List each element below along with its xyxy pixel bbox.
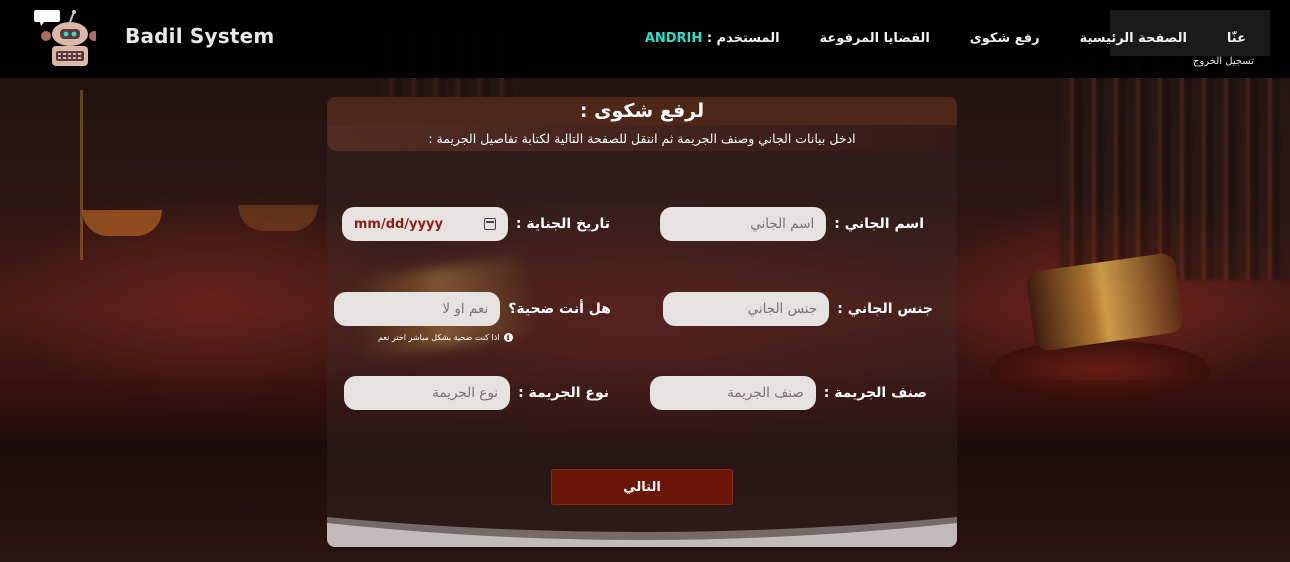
form-subtitle: ادخل بيانات الجاني وصنف الجريمة ثم انتقل… bbox=[428, 130, 856, 146]
criminal-gender-field: جنس الجاني : جنس الجاني bbox=[663, 292, 933, 326]
criminal-name-input[interactable]: اسم الجاني bbox=[660, 207, 827, 241]
is-victim-field: هل أنت ضحية؟ نعم او لا bbox=[334, 292, 611, 326]
nav-link-home[interactable]: الصفحة الرئيسية bbox=[1080, 31, 1187, 46]
calendar-icon[interactable] bbox=[483, 218, 496, 230]
info-icon: i bbox=[503, 333, 513, 342]
navbar: Badil System المستخدم : ANDRIH القضايا ا… bbox=[0, 0, 1290, 78]
victim-hint-text: اذا كنت ضحية بشكل مباشر اختر نعم bbox=[378, 333, 500, 342]
criminal-name-field: اسم الجاني : اسم الجاني bbox=[660, 207, 924, 241]
crime-date-label: تاريخ الجناية : bbox=[515, 216, 610, 232]
crime-type-field: نوع الجريمة : نوع الجريمة bbox=[344, 376, 609, 410]
user-label: المستخدم : bbox=[706, 30, 780, 46]
crime-date-input[interactable]: mm/dd/yyyy bbox=[341, 207, 508, 241]
crime-date-field: تاريخ الجناية : mm/dd/yyyy bbox=[341, 207, 610, 241]
crime-category-field: صنف الجريمة : صنف الجريمة bbox=[649, 376, 927, 410]
nav-link-about[interactable]: عنّا bbox=[1227, 31, 1246, 46]
crime-category-label: صنف الجريمة : bbox=[823, 385, 927, 401]
crime-category-input[interactable]: صنف الجريمة bbox=[649, 376, 816, 410]
logout-link[interactable]: تسجيل الخروج bbox=[1193, 56, 1254, 67]
user-name: ANDRIH bbox=[644, 30, 703, 46]
scale-pan-decoration bbox=[238, 205, 318, 231]
crime-date-placeholder: mm/dd/yyyy bbox=[353, 216, 443, 232]
card-title-bar: لرفع شكوى : bbox=[327, 97, 957, 125]
is-victim-input[interactable]: نعم او لا bbox=[334, 292, 501, 326]
is-victim-label: هل أنت ضحية؟ bbox=[508, 301, 611, 317]
form-title: لرفع شكوى : bbox=[579, 100, 705, 122]
criminal-gender-input[interactable]: جنس الجاني bbox=[663, 292, 830, 326]
brand-name: Badil System bbox=[125, 24, 275, 48]
bookshelf-decoration bbox=[1060, 60, 1290, 280]
criminal-gender-label: جنس الجاني : bbox=[837, 301, 933, 317]
victim-hint: i اذا كنت ضحية بشكل مباشر اختر نعم bbox=[378, 333, 513, 342]
card-wave-decoration bbox=[327, 517, 957, 547]
gavel-decoration bbox=[1025, 251, 1185, 353]
crime-type-input[interactable]: نوع الجريمة bbox=[344, 376, 511, 410]
nav-link-filed-cases[interactable]: القضايا المرفوعة bbox=[820, 31, 930, 46]
current-user: المستخدم : ANDRIH bbox=[645, 31, 780, 46]
crime-type-label: نوع الجريمة : bbox=[518, 385, 609, 401]
criminal-name-label: اسم الجاني : bbox=[834, 216, 924, 232]
next-button[interactable]: التالي bbox=[551, 469, 733, 505]
robot-logo-icon bbox=[34, 10, 96, 66]
nav-link-file-complaint[interactable]: رفع شكوى bbox=[970, 31, 1040, 46]
nav-links: المستخدم : ANDRIH القضايا المرفوعة رفع ش… bbox=[645, 28, 1246, 48]
card-subtitle-bar: ادخل بيانات الجاني وصنف الجريمة ثم انتقل… bbox=[327, 125, 957, 151]
